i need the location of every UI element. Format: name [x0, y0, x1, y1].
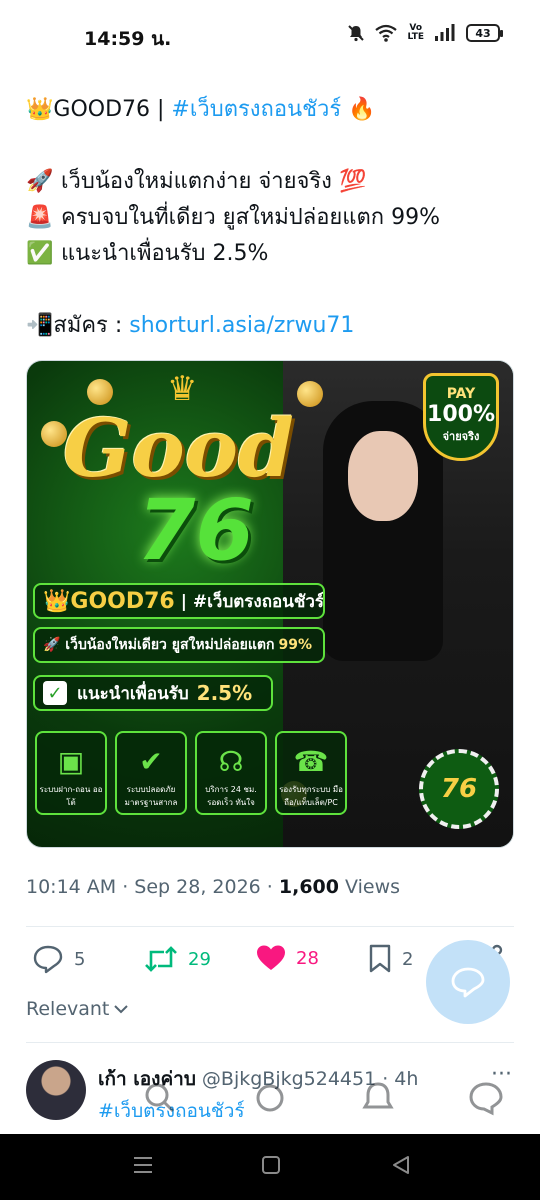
- reply-count: 5: [74, 948, 86, 970]
- status-icons: Vo LTE 43: [347, 23, 503, 42]
- sort-label: Relevant: [26, 998, 110, 1020]
- search-icon[interactable]: [140, 1078, 180, 1118]
- wifi-icon: [375, 24, 398, 42]
- siren-emoji: 🚨: [26, 205, 54, 230]
- like-count: 28: [296, 947, 319, 969]
- tweet-title: GOOD76 |: [53, 97, 172, 122]
- bookmark-count: 2: [402, 948, 414, 970]
- tweet-signup-line: 📲สมัคร : shorturl.asia/zrwu71: [26, 308, 516, 344]
- chevron-down-icon: [114, 1005, 129, 1014]
- tweet-timestamp[interactable]: 10:14 AM · Sep 28, 2026 ·: [26, 876, 279, 898]
- shield-check-icon: ✔: [139, 744, 163, 778]
- status-time: 14:59 น.: [84, 28, 172, 50]
- retweet-button[interactable]: 29: [144, 944, 211, 974]
- rocket-emoji: 🚀: [26, 169, 54, 194]
- promo-banner-brand: 👑GOOD76 | #เว็บตรงถอนชัวร์🔥: [33, 583, 325, 619]
- chat-plus-icon: [451, 967, 485, 998]
- tweet-text: 👑GOOD76 | #เว็บตรงถอนชัวร์ 🔥 🚀 เว็บน้องใ…: [26, 92, 516, 344]
- lte-indicator: Vo LTE: [407, 23, 424, 42]
- retweet-icon: [145, 946, 177, 972]
- signup-label: สมัคร :: [53, 313, 130, 338]
- phone-icon: ☎: [293, 744, 329, 778]
- divider: [26, 926, 514, 927]
- promo-banner-new-site: 🚀 เว็บน้องใหม่เดียว ยูสใหม่ปล่อยแตก 99%: [33, 627, 325, 663]
- feature-support: ☊ บริการ 24 ชม. รอดเร็ว ทันใจ: [195, 731, 267, 815]
- spaces-icon[interactable]: [250, 1078, 290, 1118]
- logo-number: 76: [137, 481, 254, 579]
- reply-button[interactable]: 5: [32, 944, 85, 974]
- bookmark-button[interactable]: 2: [368, 944, 413, 974]
- heart-icon: [257, 945, 285, 970]
- views-label: Views: [339, 876, 401, 898]
- promo-features: ▣ ระบบฝาก-ถอน ออโต้ ✔ ระบบปลอดภัย มาตรฐา…: [35, 731, 347, 815]
- tweet-meta: 10:14 AM · Sep 28, 2026 · 1,600 Views: [26, 876, 400, 898]
- hundred-emoji: 💯: [338, 169, 367, 194]
- mute-bell-icon: [348, 25, 365, 42]
- promo-image[interactable]: ♛ Good 76 PAY 100% จ่ายจริง 👑GOOD76 | #เ…: [26, 360, 514, 848]
- gold-coin: [297, 381, 323, 407]
- casino-chip: 76: [419, 749, 499, 829]
- promo-banner-referral: ✓ แนะนำเพื่อนรับ 2.5%: [33, 675, 273, 711]
- feature-security: ✔ ระบบปลอดภัย มาตรฐานสากล: [115, 731, 187, 815]
- tweet-line-3: ✅ แนะนำเพื่อนรับ 2.5%: [26, 236, 516, 272]
- views-count: 1,600: [278, 876, 339, 898]
- status-bar: 14:59 น. Vo LTE 43: [0, 0, 540, 72]
- crown-emoji: 👑: [26, 97, 54, 122]
- notifications-icon[interactable]: [358, 1078, 398, 1118]
- divider: [26, 1042, 514, 1043]
- messages-icon[interactable]: [466, 1078, 506, 1118]
- feature-auto-deposit: ▣ ระบบฝาก-ถอน ออโต้: [35, 731, 107, 815]
- compose-reply-fab[interactable]: [426, 940, 510, 1024]
- system-nav-bar: [0, 1134, 540, 1200]
- phone-arrow-emoji: 📲: [26, 313, 54, 338]
- home-icon[interactable]: [260, 1154, 282, 1176]
- checkbox-icon: ✓: [43, 681, 67, 705]
- like-button[interactable]: 28: [256, 944, 319, 972]
- sort-dropdown[interactable]: Relevant: [26, 998, 129, 1020]
- headset-icon: ☊: [218, 744, 244, 778]
- back-icon[interactable]: [390, 1154, 412, 1176]
- check-emoji: ✅: [26, 241, 54, 266]
- recent-apps-icon[interactable]: [132, 1154, 154, 1176]
- tweet-title-line: 👑GOOD76 | #เว็บตรงถอนชัวร์ 🔥: [26, 92, 516, 128]
- wallet-icon: ▣: [57, 744, 85, 778]
- pay-badge: PAY 100% จ่ายจริง: [423, 373, 499, 461]
- signup-link[interactable]: shorturl.asia/zrwu71: [129, 313, 354, 338]
- battery-icon: 43: [466, 24, 503, 42]
- bottom-tab-bar: [0, 1068, 540, 1132]
- fire-emoji: 🔥: [348, 97, 376, 122]
- tweet-line-1: 🚀 เว็บน้องใหม่แตกง่าย จ่ายจริง 💯: [26, 164, 516, 200]
- model-face: [348, 431, 418, 521]
- reply-icon: [33, 945, 63, 974]
- retweet-count: 29: [188, 948, 211, 970]
- feature-devices: ☎ รองรับทุกระบบ มือถือ/แท็บเล็ต/PC: [275, 731, 347, 815]
- signal-icon: [435, 24, 455, 41]
- bookmark-icon: [369, 944, 391, 973]
- tweet-hashtag[interactable]: #เว็บตรงถอนชัวร์: [171, 97, 341, 122]
- tweet-line-2: 🚨 ครบจบในที่เดียว ยูสใหม่ปล่อยแตก 99%: [26, 200, 516, 236]
